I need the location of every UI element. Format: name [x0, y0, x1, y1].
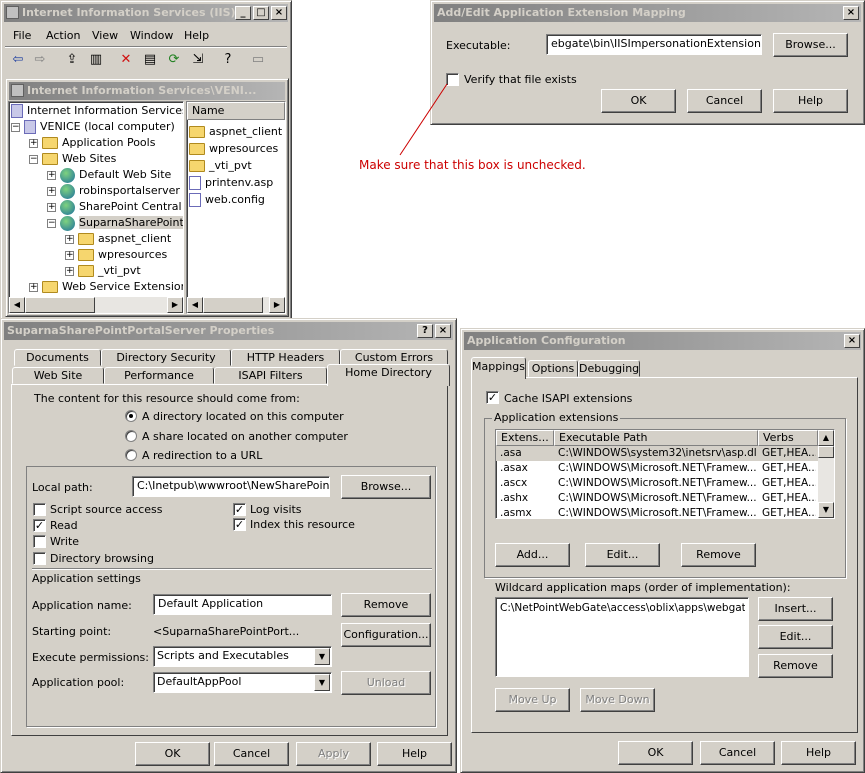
execute-permissions-select[interactable]: Scripts and Executables ▼ — [153, 646, 332, 667]
chevron-down-icon[interactable]: ▼ — [314, 674, 330, 691]
properties-title-bar[interactable]: SuparnaSharePointPortalServer Properties… — [4, 322, 453, 340]
content-source-label: The content for this resource should com… — [34, 392, 300, 405]
edit-button[interactable]: Edit... — [585, 543, 660, 567]
annotation-text: Make sure that this box is unchecked. — [359, 158, 586, 172]
properties-dialog: SuparnaSharePointPortalServer Properties… — [0, 318, 457, 773]
tab-web-site[interactable]: Web Site — [12, 367, 104, 384]
ok-button[interactable]: OK — [135, 742, 210, 766]
tab-home-directory[interactable]: Home Directory — [327, 364, 450, 386]
move-up-button[interactable]: Move Up — [495, 688, 570, 712]
app-settings-heading: Application settings — [32, 572, 141, 585]
remove-button[interactable]: Remove — [681, 543, 756, 567]
tab-options[interactable]: Options — [528, 360, 578, 377]
table-row[interactable]: .ascx C:\WINDOWS\Microsoft.NET\Framew...… — [496, 476, 818, 491]
starting-point-label: Starting point: — [32, 625, 112, 638]
app-extensions-label: Application extensions — [492, 411, 621, 424]
radio-url-redirect-label: A redirection to a URL — [142, 449, 263, 462]
index-resource-label: Index this resource — [250, 518, 355, 531]
home-directory-panel: The content for this resource should com… — [11, 384, 448, 736]
script-source-checkbox[interactable] — [33, 503, 46, 516]
close-button[interactable]: × — [844, 334, 860, 348]
radio-local-directory[interactable] — [125, 410, 137, 422]
table-row[interactable]: .asmx C:\WINDOWS\Microsoft.NET\Framew...… — [496, 506, 818, 518]
annotation-line — [399, 83, 448, 156]
insert-button[interactable]: Insert... — [758, 597, 833, 621]
app-config-title: Application Configuration — [467, 334, 626, 347]
tab-mappings[interactable]: Mappings — [471, 357, 526, 379]
log-visits-checkbox[interactable]: ✓ — [233, 503, 246, 516]
log-visits-label: Log visits — [250, 503, 302, 516]
execute-permissions-label: Execute permissions: — [32, 651, 149, 664]
tab-http-headers[interactable]: HTTP Headers — [231, 349, 340, 366]
scroll-down-icon[interactable]: ▼ — [818, 502, 834, 518]
directory-browsing-label: Directory browsing — [50, 552, 154, 565]
scroll-up-icon[interactable]: ▲ — [818, 430, 834, 446]
tab-performance[interactable]: Performance — [104, 367, 214, 384]
help-button[interactable]: Help — [781, 741, 856, 765]
column-header-extension[interactable]: Extens... — [496, 430, 554, 446]
app-name-input[interactable]: Default Application — [153, 594, 332, 615]
browse-button[interactable]: Browse... — [341, 475, 431, 499]
app-pool-label: Application pool: — [32, 676, 125, 689]
close-button[interactable]: × — [435, 324, 451, 338]
move-down-button[interactable]: Move Down — [580, 688, 655, 712]
app-pool-select[interactable]: DefaultAppPool ▼ — [153, 672, 332, 693]
write-checkbox[interactable] — [33, 535, 46, 548]
wildcard-item[interactable]: C:\NetPointWebGate\access\oblix\apps\web… — [500, 601, 745, 616]
extensions-list[interactable]: Extens... Executable Path Verbs .asa C:\… — [495, 429, 835, 519]
app-settings-separator — [32, 568, 432, 570]
mappings-panel: ✓ Cache ISAPI extensions Application ext… — [471, 377, 858, 733]
script-source-label: Script source access — [50, 503, 163, 516]
extensions-vscrollbar[interactable]: ▲ ▼ — [818, 430, 834, 518]
table-row[interactable]: .asax C:\WINDOWS\Microsoft.NET\Framew...… — [496, 461, 818, 476]
app-config-dialog: Application Configuration × Mappings Opt… — [460, 328, 865, 773]
index-resource-checkbox[interactable]: ✓ — [233, 518, 246, 531]
wildcard-label: Wildcard application maps (order of impl… — [495, 581, 791, 594]
cache-isapi-checkbox[interactable]: ✓ — [486, 391, 499, 404]
tab-directory-security[interactable]: Directory Security — [101, 349, 231, 366]
app-name-label: Application name: — [32, 599, 132, 612]
read-label: Read — [50, 519, 78, 532]
properties-title: SuparnaSharePointPortalServer Properties — [7, 324, 275, 337]
tab-isapi-filters[interactable]: ISAPI Filters — [214, 367, 327, 384]
radio-network-share-label: A share located on another computer — [142, 430, 348, 443]
directory-browsing-checkbox[interactable] — [33, 552, 46, 565]
remove-button[interactable]: Remove — [341, 593, 431, 617]
remove-wildcard-button[interactable]: Remove — [758, 654, 833, 678]
unload-button[interactable]: Unload — [341, 671, 431, 695]
chevron-down-icon[interactable]: ▼ — [314, 648, 330, 665]
help-button[interactable]: Help — [377, 742, 452, 766]
radio-network-share[interactable] — [125, 430, 137, 442]
cancel-button[interactable]: Cancel — [214, 742, 289, 766]
app-config-title-bar[interactable]: Application Configuration × — [464, 332, 861, 350]
cache-isapi-label: Cache ISAPI extensions — [504, 392, 633, 405]
tab-documents[interactable]: Documents — [14, 349, 101, 366]
column-header-path[interactable]: Executable Path — [554, 430, 758, 446]
starting-point-value: <SuparnaSharePointPort... — [153, 625, 300, 638]
scroll-thumb[interactable] — [818, 446, 834, 458]
ok-button[interactable]: OK — [618, 741, 693, 765]
apply-button[interactable]: Apply — [296, 742, 371, 766]
local-path-input[interactable]: C:\Inetpub\wwwroot\NewSharePoint — [132, 476, 330, 497]
cancel-button[interactable]: Cancel — [700, 741, 775, 765]
column-header-verbs[interactable]: Verbs — [758, 430, 818, 446]
local-path-label: Local path: — [32, 481, 93, 494]
add-button[interactable]: Add... — [495, 543, 570, 567]
context-help-button[interactable]: ? — [417, 324, 433, 338]
table-row[interactable]: .asa C:\WINDOWS\system32\inetsrv\asp.dll… — [496, 446, 818, 461]
write-label: Write — [50, 535, 80, 548]
radio-local-directory-label: A directory located on this computer — [142, 410, 344, 423]
read-checkbox[interactable]: ✓ — [33, 519, 46, 532]
configuration-button[interactable]: Configuration... — [341, 623, 431, 647]
tab-debugging[interactable]: Debugging — [578, 360, 640, 377]
table-row[interactable]: .ashx C:\WINDOWS\Microsoft.NET\Framew...… — [496, 491, 818, 506]
edit-wildcard-button[interactable]: Edit... — [758, 625, 833, 649]
radio-url-redirect[interactable] — [125, 449, 137, 461]
wildcard-list[interactable]: C:\NetPointWebGate\access\oblix\apps\web… — [495, 597, 749, 677]
